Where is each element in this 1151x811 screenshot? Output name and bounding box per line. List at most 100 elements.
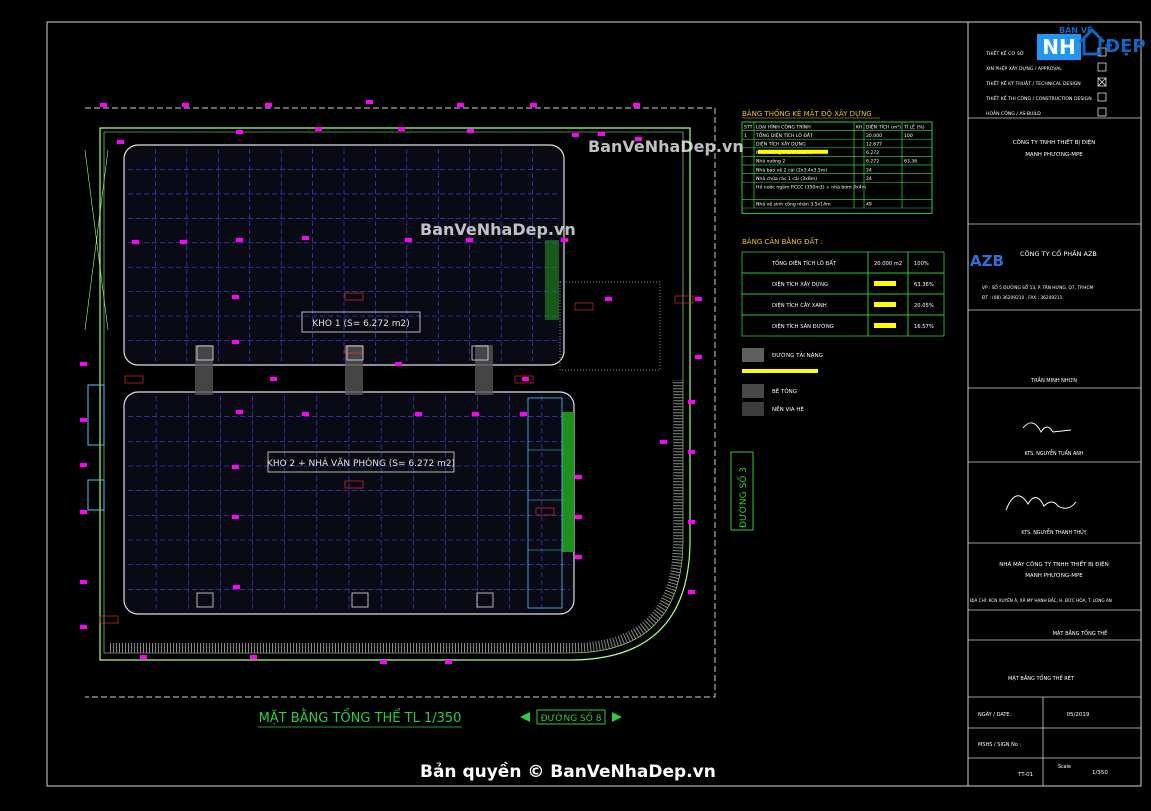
dimension-mark xyxy=(250,655,257,659)
stats-text: TỔNG DIỆN TÍCH LÔ ĐẤT xyxy=(755,131,813,139)
stats-text: DIỆN TÍCH (m²) xyxy=(866,122,901,130)
balance-table: TỔNG DIỆN TÍCH LÔ ĐẤT 20.000 m2 100% DIỆN T… xyxy=(741,251,945,337)
legend-swatch xyxy=(742,348,764,362)
stats-cell xyxy=(741,156,755,166)
watermark-2: BanVeNhaDep.vn xyxy=(420,220,576,239)
stats-cell xyxy=(901,181,933,200)
dimension-mark xyxy=(575,555,582,559)
road-east-label: ĐƯỜNG SỐ 3 xyxy=(736,467,749,528)
stats-text: STT xyxy=(744,124,753,130)
dimension-mark xyxy=(100,103,107,107)
designer-company: CÔNG TY TNHH THIẾT BỊ ĐIỆN xyxy=(1013,138,1096,146)
stats-text: Nhà chứa rác 1 cái (3x8m) xyxy=(756,175,817,182)
balance-text: 63.36% xyxy=(914,282,934,288)
brand-logo: BẢN VẼ NH ĐẸP xyxy=(1033,12,1146,67)
dimension-mark xyxy=(688,450,695,454)
dimension-mark xyxy=(80,580,87,584)
legend-label: ĐƯỜNG TẢI NẶNG xyxy=(772,351,823,359)
legend: ĐƯỜNG TẢI NẶNG BÊ TÔNG NỀN VIA HÈ xyxy=(742,348,823,416)
dimension-mark xyxy=(395,362,402,366)
road-south-label: ĐƯỜNG SỐ 8 xyxy=(541,711,602,724)
house-icon xyxy=(1078,27,1106,56)
dimension-mark xyxy=(695,297,702,301)
dimension-mark xyxy=(695,355,702,359)
stats-text: Nhà bảo vệ 2 cái (2x3.4x3.5m) xyxy=(756,166,827,173)
dimension-mark xyxy=(366,100,373,104)
dimension-mark xyxy=(236,130,243,134)
balance-text: 20.05% xyxy=(914,303,934,309)
balance-text: DIỆN TÍCH XÂY DỰNG xyxy=(772,280,828,288)
stats-cell xyxy=(901,138,933,149)
date-value: 05/2019 xyxy=(1067,712,1090,718)
stage-label: THIẾT KẾ CƠ SỞ xyxy=(985,49,1024,57)
green-strip-1 xyxy=(562,412,574,552)
stats-cell xyxy=(853,138,865,149)
dimension-mark xyxy=(530,103,537,107)
dimension-mark xyxy=(405,238,412,242)
stats-text: 12.677 xyxy=(866,142,882,148)
balance-swatch xyxy=(874,281,896,286)
dimension-mark xyxy=(236,238,243,242)
dimension-mark xyxy=(605,297,612,301)
stage-check xyxy=(1097,77,1107,87)
stats-text: TỈ LỆ (%) xyxy=(903,122,925,130)
contractor-address: VP : SỐ 5 ĐƯỜNG SỐ 13, P. TÂN HƯNG, Q7, … xyxy=(982,283,1093,291)
concrete-area xyxy=(559,281,661,371)
person-2: KTS. NGUYỄN TUẤN ANH xyxy=(1024,449,1083,457)
dimension-mark xyxy=(315,127,322,131)
dimension-mark xyxy=(182,103,189,107)
stats-cell xyxy=(853,130,865,140)
dimension-mark xyxy=(660,440,667,444)
level-marker xyxy=(124,375,144,384)
stats-cell xyxy=(741,173,755,183)
signature-1 xyxy=(1022,422,1072,433)
stats-text: 24 xyxy=(866,167,872,173)
person-1: TRẦN MINH NHƠN xyxy=(1030,376,1077,384)
dimension-mark xyxy=(688,400,695,404)
dimension-mark xyxy=(472,412,479,416)
stats-text: 20.000 xyxy=(866,133,882,139)
dimension-mark xyxy=(232,515,239,519)
stats-text: 63.36 xyxy=(904,159,917,165)
stats-text: LOẠI HÌNH CÔNG TRÌNH xyxy=(756,123,811,130)
stats-swatch xyxy=(758,149,828,154)
stats-text: Nhà vệ sinh công nhân 3.5x14m xyxy=(756,201,831,208)
stats-cell xyxy=(853,199,865,209)
stats-cell xyxy=(741,199,755,209)
drawing-name: MẶT BẰNG TỔNG THỂ xyxy=(1053,629,1108,637)
legend-label: BÊ TÔNG xyxy=(772,387,797,395)
stats-title: BẢNG THỐNG KÊ MẬT ĐỘ XÂY DỰNG xyxy=(742,108,872,118)
dimension-mark xyxy=(598,132,605,136)
balance-text: 20.000 m2 xyxy=(874,261,902,267)
stats-cell xyxy=(901,173,933,183)
dimension-mark xyxy=(232,340,239,344)
stats-text: 1 xyxy=(744,133,747,139)
stats-text: Nhà xưởng 2 xyxy=(756,158,785,165)
contractor-logo: AZB xyxy=(970,252,1004,270)
contractor-name: CÔNG TY CỔ PHẦN AZB xyxy=(1020,248,1097,258)
dimension-mark xyxy=(302,412,309,416)
dimension-mark xyxy=(415,412,422,416)
dimension-mark xyxy=(688,520,695,524)
stats-cell xyxy=(853,173,865,183)
dock-1 xyxy=(195,345,213,395)
balance-text: 100% xyxy=(914,261,929,267)
dimension-mark xyxy=(236,410,243,414)
stats-cell xyxy=(863,181,903,200)
balance-text: 16.57% xyxy=(914,324,934,330)
balance-text: DIỆN TÍCH CÂY XANH xyxy=(772,301,827,309)
dimension-mark xyxy=(140,655,147,659)
contractor-phone: ĐT : (08) 36209210 , FAX : 36209211 xyxy=(982,295,1063,301)
person-3: KTS. NGUYỄN THANH THỦY xyxy=(1021,528,1086,536)
dimension-mark xyxy=(688,590,695,594)
designer-company: MẠNH PHƯƠNG-MPE xyxy=(1025,152,1083,158)
dimension-mark xyxy=(80,625,87,629)
cad-drawing: KHO 1 (S= 6.272 m2) KHO 2 + NHÀ VĂN PHÒN… xyxy=(46,21,1142,787)
title-block: THIẾT KẾ CƠ SỞXIN PHÉP XÂY DỰNG / APPROV… xyxy=(967,21,1142,787)
copyright: Bản quyền © BanVeNhaDep.vn xyxy=(420,761,716,782)
dimension-mark xyxy=(180,240,187,244)
stage-checkbox xyxy=(1097,92,1107,102)
guard-house xyxy=(87,384,105,446)
dimension-mark xyxy=(80,510,87,514)
dimension-mark xyxy=(467,129,474,133)
